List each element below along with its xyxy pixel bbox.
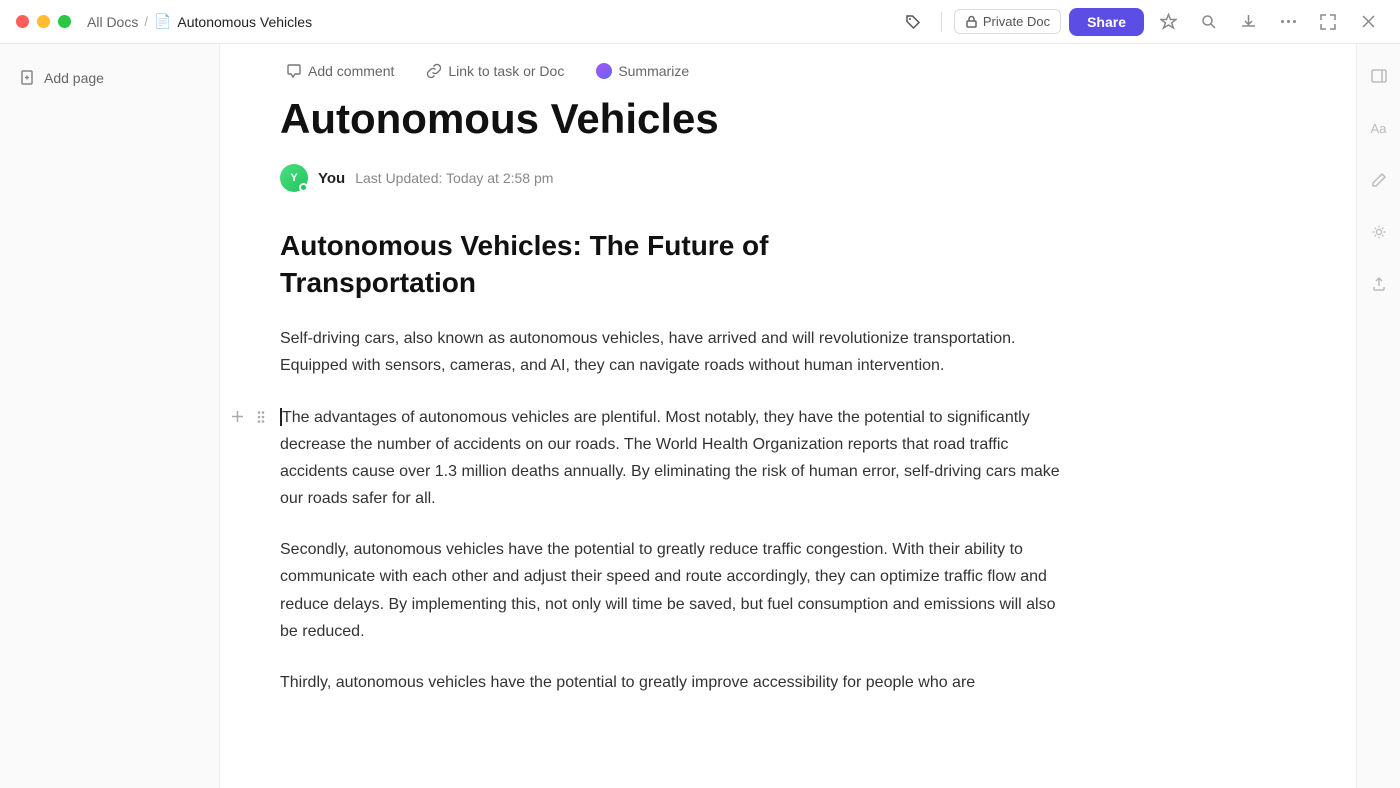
paragraph-2-container: The advantages of autonomous vehicles ar…: [280, 404, 1060, 513]
breadcrumb-home-label[interactable]: All Docs: [87, 14, 138, 30]
drag-block-button[interactable]: [250, 406, 272, 428]
right-panel: Aa: [1356, 44, 1400, 788]
avatar-online-dot: [299, 183, 308, 192]
app-body: Add page Add comment Link to task or Doc: [0, 44, 1400, 788]
add-comment-button[interactable]: Add comment: [280, 60, 400, 82]
paragraph-1[interactable]: Self-driving cars, also known as autonom…: [280, 325, 1060, 379]
link-to-task-button[interactable]: Link to task or Doc: [420, 60, 570, 82]
edit-icon[interactable]: [1363, 164, 1395, 196]
ai-sparkle-icon[interactable]: [1363, 216, 1395, 248]
share-button[interactable]: Share: [1069, 8, 1144, 36]
traffic-lights: [16, 15, 71, 28]
author-row: Y You Last Updated: Today at 2:58 pm: [280, 164, 1060, 192]
main-content: Add comment Link to task or Doc Summariz…: [220, 44, 1356, 788]
breadcrumb: All Docs / 📄 Autonomous Vehicles: [87, 13, 312, 30]
breadcrumb-separator: /: [144, 14, 148, 29]
left-sidebar: Add page: [0, 44, 220, 788]
share-upload-icon[interactable]: [1363, 268, 1395, 300]
breadcrumb-doc-title: Autonomous Vehicles: [177, 14, 312, 30]
more-options-button[interactable]: [1272, 6, 1304, 38]
close-traffic-light[interactable]: [16, 15, 29, 28]
last-updated: Last Updated: Today at 2:58 pm: [355, 170, 553, 186]
doc-icon: 📄: [154, 13, 171, 30]
favorite-button[interactable]: [1152, 6, 1184, 38]
add-block-button[interactable]: [226, 406, 248, 428]
add-page-icon: [20, 70, 36, 86]
summarize-label: Summarize: [618, 63, 689, 79]
link-to-task-label: Link to task or Doc: [448, 63, 564, 79]
divider: [941, 12, 942, 32]
expand-button[interactable]: [1312, 6, 1344, 38]
section-heading: Autonomous Vehicles: The Future of Trans…: [280, 228, 1060, 301]
paragraph-2[interactable]: The advantages of autonomous vehicles ar…: [280, 409, 1060, 508]
block-controls: [226, 406, 272, 428]
search-button[interactable]: [1192, 6, 1224, 38]
close-button[interactable]: [1352, 6, 1384, 38]
doc-toolbar: Add comment Link to task or Doc Summariz…: [220, 44, 1356, 94]
add-page-label: Add page: [44, 70, 104, 86]
add-comment-icon: [286, 63, 302, 79]
sidebar-toggle-icon[interactable]: [1363, 60, 1395, 92]
link-icon: [426, 63, 442, 79]
minimize-traffic-light[interactable]: [37, 15, 50, 28]
private-doc-badge[interactable]: Private Doc: [954, 9, 1061, 34]
font-settings-icon[interactable]: Aa: [1363, 112, 1395, 144]
author-name: You: [318, 170, 345, 187]
private-doc-label: Private Doc: [983, 14, 1050, 29]
add-page-item[interactable]: Add page: [12, 64, 207, 92]
export-button[interactable]: [1232, 6, 1264, 38]
summarize-icon: [596, 63, 612, 79]
summarize-button[interactable]: Summarize: [590, 60, 695, 82]
titlebar: All Docs / 📄 Autonomous Vehicles Private…: [0, 0, 1400, 44]
avatar: Y: [280, 164, 308, 192]
add-comment-label: Add comment: [308, 63, 394, 79]
paragraph-4[interactable]: Thirdly, autonomous vehicles have the po…: [280, 669, 1060, 696]
doc-title[interactable]: Autonomous Vehicles: [280, 94, 1060, 144]
fullscreen-traffic-light[interactable]: [58, 15, 71, 28]
tag-button[interactable]: [897, 6, 929, 38]
paragraph-3[interactable]: Secondly, autonomous vehicles have the p…: [280, 536, 1060, 645]
titlebar-actions: Private Doc Share: [897, 6, 1384, 38]
doc-body: Autonomous Vehicles Y You Last Updated: …: [220, 94, 1120, 780]
